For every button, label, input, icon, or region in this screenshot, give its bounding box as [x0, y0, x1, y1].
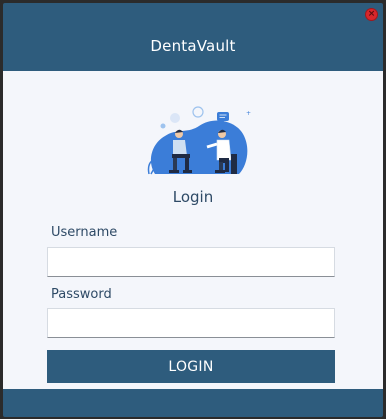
password-label: Password [51, 287, 112, 302]
consultation-illustration: + [147, 106, 251, 175]
svg-text:+: + [246, 110, 251, 117]
username-label: Username [51, 225, 118, 240]
login-heading: Login [172, 188, 214, 206]
close-icon: × [367, 9, 376, 19]
login-button[interactable]: LOGIN [47, 350, 335, 383]
password-field[interactable] [47, 308, 335, 338]
app-title: DentaVault [150, 37, 236, 55]
login-panel: + Login Username Password LOGIN [3, 71, 383, 389]
close-button[interactable]: × [365, 8, 378, 21]
login-window: × DentaVault + Login Username Password L… [3, 3, 383, 417]
username-field[interactable] [47, 247, 335, 277]
